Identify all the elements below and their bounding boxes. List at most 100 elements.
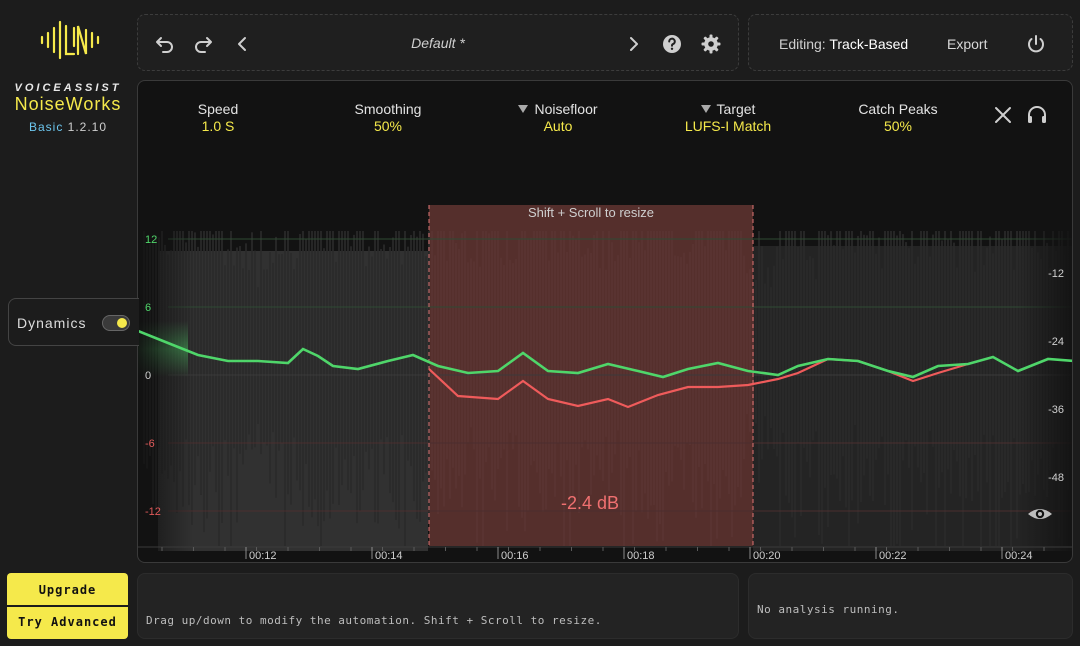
waveform-bar bbox=[1007, 231, 1009, 483]
try-advanced-button[interactable]: Try Advanced bbox=[7, 615, 128, 629]
prev-preset-icon[interactable] bbox=[232, 33, 254, 55]
export-button[interactable]: Export bbox=[947, 36, 987, 52]
waveform-bar bbox=[848, 231, 850, 546]
dynamics-tab[interactable]: Dynamics bbox=[8, 298, 139, 346]
waveform-bar bbox=[806, 259, 808, 462]
editing-mode-selector[interactable]: Editing: Track-Based bbox=[779, 36, 908, 52]
waveform-bar bbox=[638, 242, 640, 451]
timeline-label: 00:18 bbox=[627, 550, 655, 562]
waveform-bar bbox=[1001, 238, 1003, 498]
waveform-bar bbox=[947, 239, 949, 470]
dynamics-toggle[interactable] bbox=[102, 315, 130, 331]
upgrade-button[interactable]: Upgrade bbox=[7, 583, 128, 597]
waveform-bar bbox=[815, 279, 817, 432]
waveform-bar bbox=[275, 236, 277, 498]
waveform-bar bbox=[362, 231, 364, 491]
waveform-bar bbox=[527, 238, 529, 511]
waveform-bar bbox=[356, 231, 358, 524]
waveform-bar bbox=[818, 231, 820, 536]
automation-graph[interactable]: 12 6 0 -6 -12 -12 -24 -36 -48 00:12 00:14 00:16 00:… bbox=[137, 80, 1073, 563]
left-axis-label: 6 bbox=[145, 302, 151, 314]
waveform-bar bbox=[602, 231, 604, 482]
waveform-bar bbox=[194, 232, 196, 486]
waveform-bar bbox=[950, 231, 952, 494]
waveform-bar bbox=[794, 231, 796, 538]
analysis-status-text: No analysis running. bbox=[757, 603, 900, 616]
brand-tier: Basic bbox=[28, 120, 64, 134]
waveform-bar bbox=[413, 231, 415, 502]
waveform-bar bbox=[470, 258, 472, 428]
waveform-bar bbox=[476, 231, 478, 543]
waveform-canvas[interactable]: 12 6 0 -6 -12 -12 -24 -36 -48 00:12 00:14 00:16 00:… bbox=[138, 81, 1073, 563]
param-catch-peaks[interactable]: Catch Peaks 50% bbox=[828, 101, 968, 134]
waveform-bar bbox=[983, 265, 985, 435]
param-catch-peaks-value: 50% bbox=[883, 118, 913, 134]
waveform-bar bbox=[899, 231, 901, 546]
waveform-bar bbox=[293, 269, 295, 438]
waveform-bar bbox=[731, 231, 733, 538]
waveform-bar bbox=[845, 231, 847, 508]
waveform-bar bbox=[401, 264, 403, 436]
waveform-bar bbox=[467, 262, 469, 443]
waveform-bar bbox=[299, 233, 301, 491]
next-preset-icon[interactable] bbox=[622, 33, 644, 55]
waveform-bar bbox=[944, 231, 946, 546]
waveform-bar bbox=[296, 258, 298, 481]
waveform-bar bbox=[284, 231, 286, 546]
waveform-bar bbox=[989, 236, 991, 547]
waveform-bar bbox=[584, 254, 586, 441]
param-noisefloor[interactable]: Noisefloor Auto bbox=[488, 101, 628, 134]
redo-icon[interactable] bbox=[192, 33, 214, 55]
waveform-bar bbox=[551, 231, 553, 474]
waveform-bar bbox=[218, 231, 220, 546]
param-speed-value: 1.0 S bbox=[201, 118, 235, 134]
close-icon[interactable] bbox=[993, 105, 1013, 125]
waveform-bar bbox=[494, 231, 496, 501]
waveform-bar bbox=[245, 243, 247, 450]
undo-icon[interactable] bbox=[154, 33, 176, 55]
help-icon[interactable] bbox=[661, 33, 683, 55]
waveform-bar bbox=[620, 231, 622, 516]
toggle-knob bbox=[117, 318, 127, 328]
settings-icon[interactable] bbox=[700, 33, 722, 55]
waveform-bar bbox=[308, 231, 310, 507]
waveform-bar bbox=[359, 231, 361, 512]
waveform-bar bbox=[935, 231, 937, 546]
waveform-bar bbox=[254, 250, 256, 448]
waveform-bar bbox=[389, 247, 391, 494]
waveform-bar bbox=[908, 248, 910, 468]
waveform-bar bbox=[503, 265, 505, 450]
waveform-bar bbox=[497, 231, 499, 470]
waveform-bar bbox=[1010, 231, 1012, 546]
waveform-bar bbox=[596, 231, 598, 456]
waveform-bar bbox=[698, 231, 700, 468]
power-icon[interactable] bbox=[1025, 33, 1047, 55]
waveform-bar bbox=[434, 255, 436, 480]
editing-value: Track-Based bbox=[829, 36, 909, 52]
waveform-bar bbox=[767, 267, 769, 450]
waveform-bar bbox=[422, 233, 424, 482]
timeline-label: 00:24 bbox=[1005, 550, 1033, 562]
waveform-bar bbox=[236, 247, 238, 523]
waveform-bar bbox=[998, 231, 1000, 546]
param-smoothing[interactable]: Smoothing 50% bbox=[318, 101, 458, 134]
waveform-bar bbox=[707, 231, 709, 482]
waveform-bar bbox=[311, 231, 313, 518]
waveform-bar bbox=[788, 231, 790, 503]
brand-version: Basic 1.2.10 bbox=[0, 120, 136, 134]
waveform-bar bbox=[614, 261, 616, 455]
param-speed[interactable]: Speed 1.0 S bbox=[148, 101, 288, 134]
waveform-bar bbox=[557, 252, 559, 443]
param-target-value: LUFS-I Match bbox=[684, 118, 772, 134]
waveform-bar bbox=[587, 248, 589, 450]
waveform-bar bbox=[446, 260, 448, 460]
headphones-icon[interactable] bbox=[1026, 105, 1048, 125]
preset-name[interactable]: Default * bbox=[358, 35, 518, 51]
param-target[interactable]: Target LUFS-I Match bbox=[658, 101, 798, 134]
waveform-bar bbox=[896, 235, 898, 544]
analysis-status-bar: No analysis running. bbox=[748, 573, 1073, 639]
waveform-bar bbox=[749, 269, 751, 432]
waveform-bar bbox=[695, 231, 697, 518]
waveform-bar bbox=[512, 263, 514, 450]
waveform-bar bbox=[866, 235, 868, 459]
